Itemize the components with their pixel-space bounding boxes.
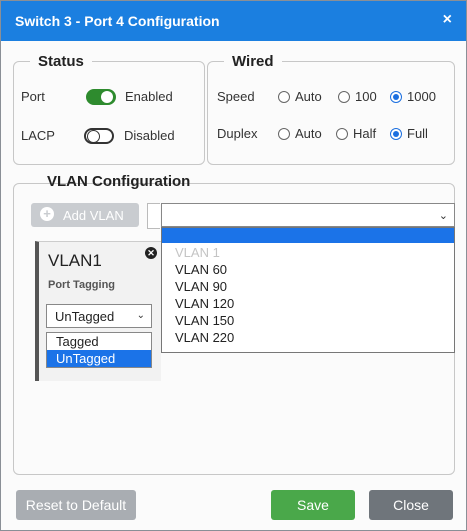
port-tagging-select[interactable]: UnTagged ⌄ (46, 304, 152, 328)
duplex-option-full: Full (407, 126, 428, 141)
close-icon[interactable]: × (443, 11, 452, 29)
vlan-option-1: VLAN 1 (175, 245, 220, 260)
speed-option-100: 100 (355, 89, 377, 104)
close-button[interactable]: Close (369, 490, 453, 520)
vlan-dropdown-list: VLAN 1 VLAN 60 VLAN 90 VLAN 120 VLAN 150… (161, 227, 455, 353)
port-label: Port (21, 89, 45, 104)
wired-group: Wired (207, 53, 455, 165)
port-tagging-label: Port Tagging (48, 279, 116, 291)
duplex-radio-full[interactable] (390, 128, 402, 140)
speed-radio-100[interactable] (338, 91, 350, 103)
dialog-title: Switch 3 - Port 4 Configuration (15, 13, 220, 29)
vlan-option-60[interactable]: VLAN 60 (162, 262, 454, 277)
duplex-label: Duplex (217, 126, 258, 141)
toggle-knob (87, 130, 100, 143)
vlan-card-name: VLAN1 (48, 251, 102, 270)
duplex-option-auto: Auto (295, 126, 322, 141)
vlan-heading: VLAN Configuration (47, 173, 191, 190)
speed-option-1000: 1000 (407, 89, 436, 104)
close-circle-icon[interactable]: ✕ (145, 247, 157, 259)
port-tagging-options: Tagged UnTagged (46, 332, 152, 368)
tagging-option-tagged[interactable]: Tagged (47, 333, 151, 350)
vlan-select-stub (147, 203, 160, 229)
port-state: Enabled (125, 89, 173, 104)
duplex-radio-auto[interactable] (278, 128, 290, 140)
lacp-label: LACP (21, 128, 55, 143)
lacp-state: Disabled (124, 128, 175, 143)
vlan-option-220[interactable]: VLAN 220 (162, 330, 454, 345)
add-vlan-label: Add VLAN (63, 208, 124, 223)
duplex-option-half: Half (353, 126, 377, 141)
plus-circle-icon: + (40, 207, 54, 221)
reset-to-default-button[interactable]: Reset to Default (16, 490, 136, 520)
tagging-option-untagged[interactable]: UnTagged (47, 350, 151, 367)
status-group: Status (13, 53, 205, 165)
vlan-option-90[interactable]: VLAN 90 (162, 279, 454, 294)
dialog-titlebar: Switch 3 - Port 4 Configuration × (1, 1, 466, 41)
vlan-option-150[interactable]: VLAN 150 (162, 313, 454, 328)
port-toggle[interactable] (86, 89, 116, 105)
port-config-dialog: Switch 3 - Port 4 Configuration × Status… (0, 0, 467, 531)
speed-option-auto: Auto (295, 89, 322, 104)
vlan-option-120[interactable]: VLAN 120 (162, 296, 454, 311)
save-button[interactable]: Save (271, 490, 355, 520)
speed-label: Speed (217, 89, 255, 104)
speed-radio-1000[interactable] (390, 91, 402, 103)
port-tagging-value: UnTagged (55, 309, 115, 324)
vlan-select[interactable]: ⌄ (161, 203, 455, 227)
chevron-down-icon: ⌄ (438, 210, 448, 222)
speed-radio-auto[interactable] (278, 91, 290, 103)
chevron-down-icon: ⌄ (136, 310, 145, 321)
status-legend: Status (38, 53, 84, 70)
vlan-option-empty[interactable] (162, 228, 454, 243)
add-vlan-button[interactable]: + Add VLAN (31, 203, 139, 227)
wired-legend: Wired (232, 53, 274, 70)
toggle-knob (101, 91, 113, 103)
lacp-toggle[interactable] (84, 128, 114, 144)
duplex-radio-half[interactable] (336, 128, 348, 140)
